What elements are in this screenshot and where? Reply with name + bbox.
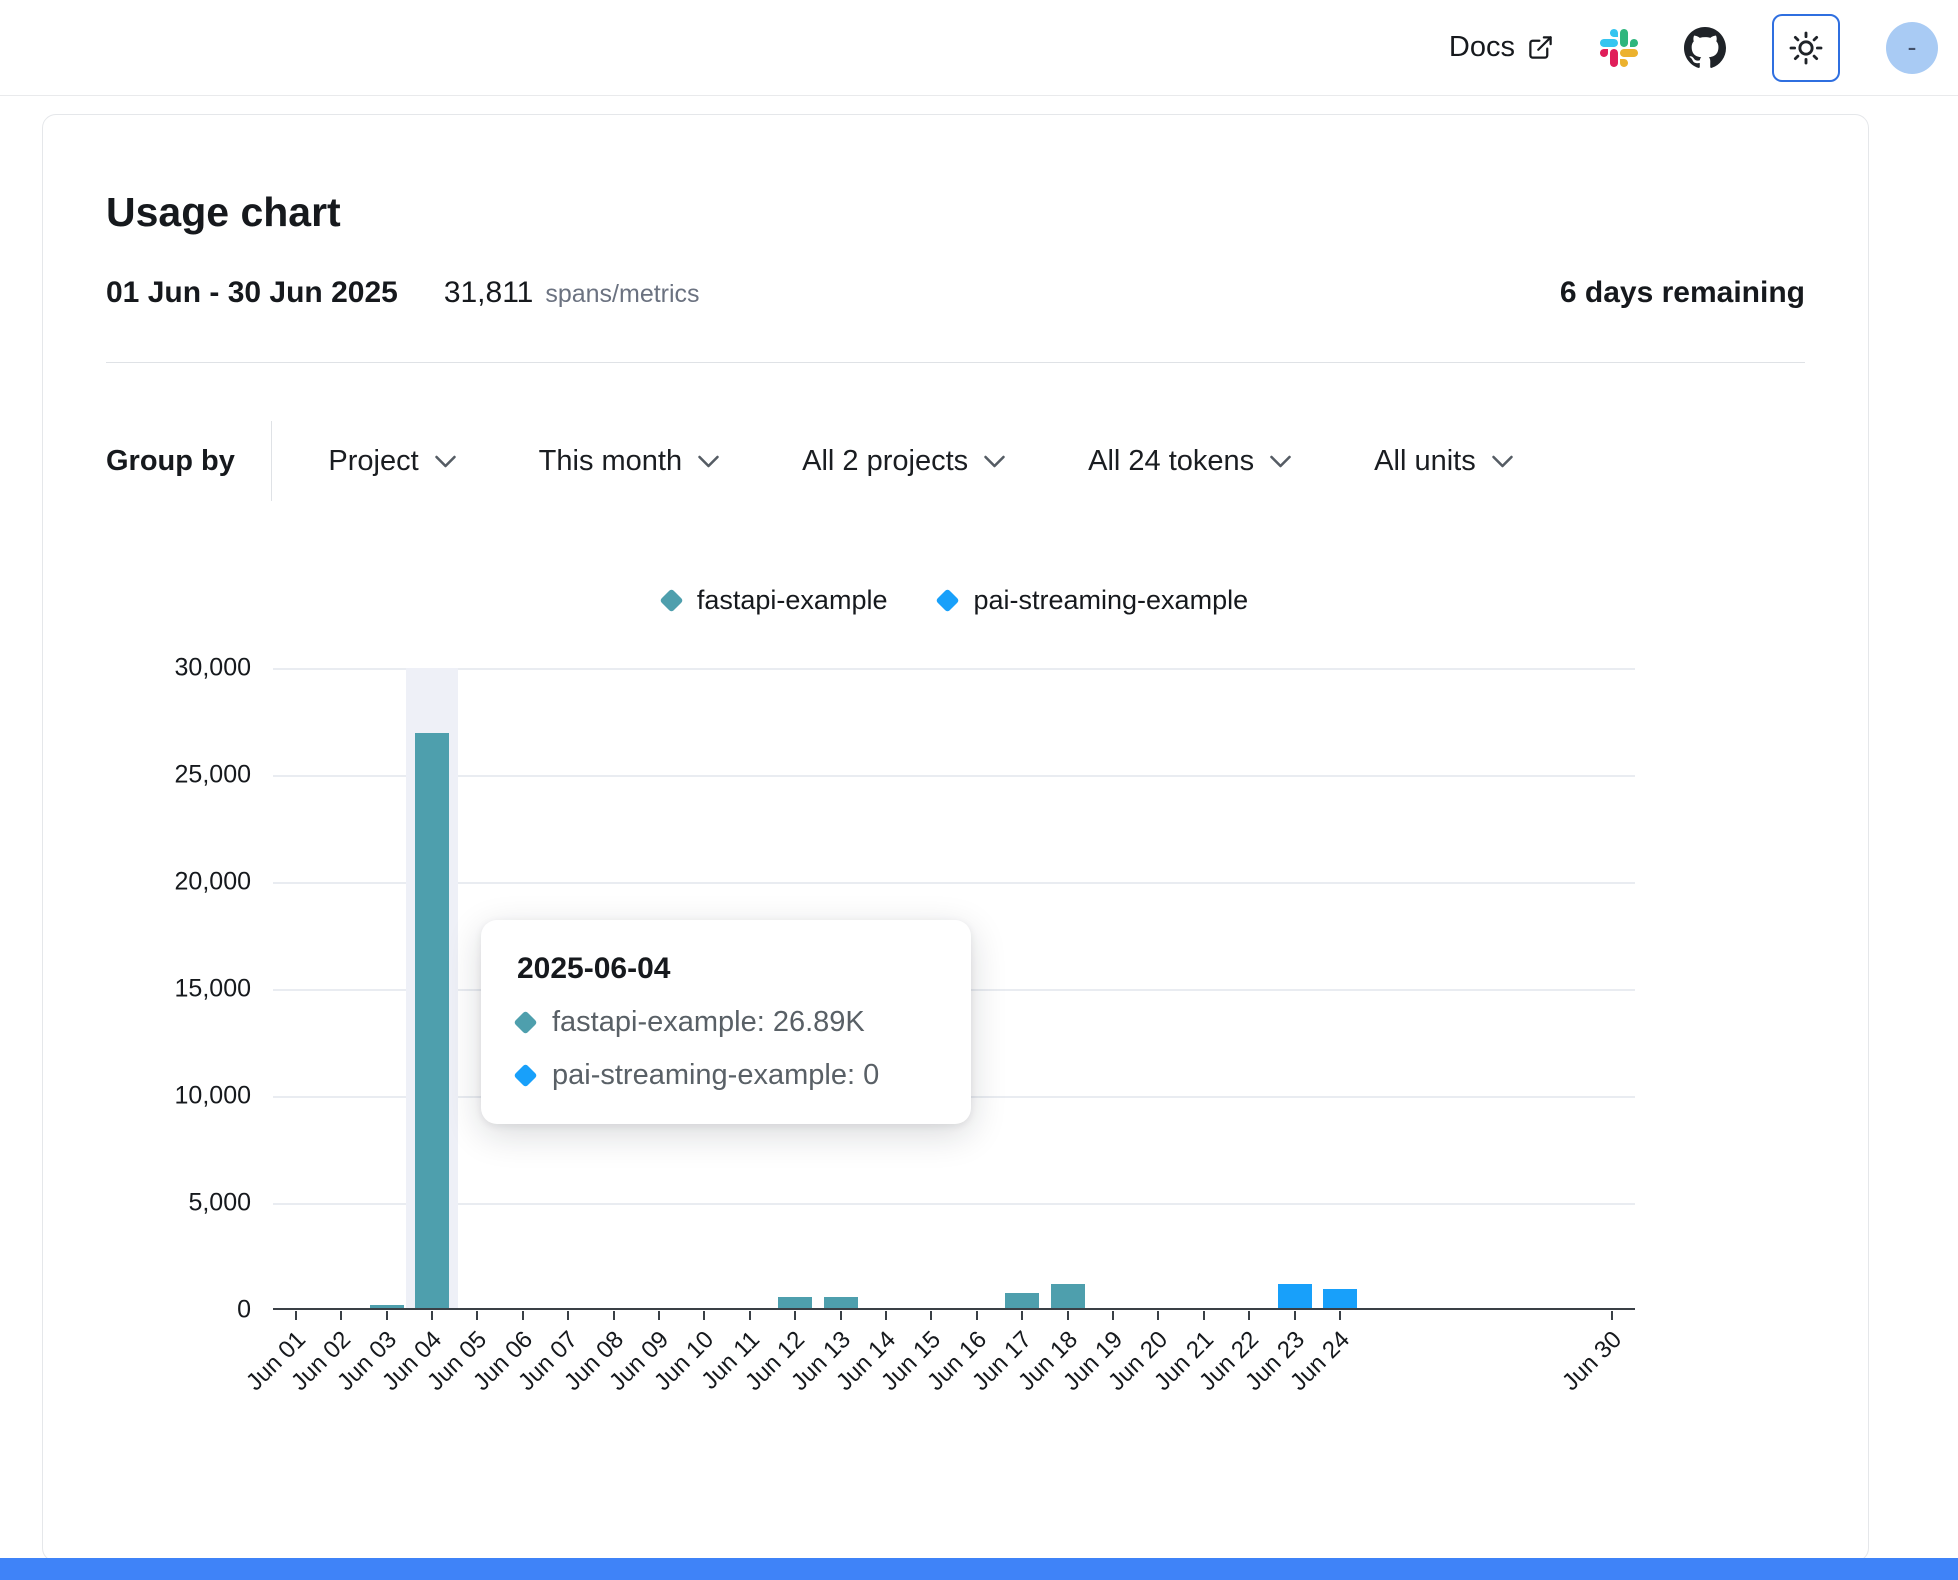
x-axis-tick [1248,1311,1250,1320]
days-remaining: 6 days remaining [1560,276,1805,310]
legend-label: pai-streaming-example [973,585,1248,616]
bottom-strip [0,1558,1958,1580]
x-axis-tick [1611,1311,1613,1320]
filter-dropdown-3[interactable]: All 24 tokens [1088,445,1292,478]
x-axis-tick [476,1311,478,1320]
gridline [273,668,1635,670]
x-axis-tick [295,1311,297,1320]
avatar[interactable]: - [1886,22,1938,74]
slack-icon[interactable] [1600,29,1638,67]
x-axis-tick [386,1311,388,1320]
filter-dropdown-4[interactable]: All units [1374,445,1514,478]
tooltip-diamond-icon [513,1010,537,1034]
filter-dropdowns: Project This month All 2 projects All 24 to… [328,445,1513,478]
tooltip-text: pai-streaming-example: 0 [552,1059,879,1092]
chevron-down-icon [983,455,1006,468]
x-axis-tick [794,1311,796,1320]
chart-tooltip: 2025-06-04 fastapi-example: 26.89K pai-st… [481,920,971,1124]
chart-bar[interactable] [1051,1284,1085,1308]
chart-bar[interactable] [824,1297,858,1308]
x-axis-tick [567,1311,569,1320]
y-axis-label: 25,000 [175,761,251,790]
legend-item[interactable]: pai-streaming-example [939,585,1248,616]
x-axis-tick [885,1311,887,1320]
y-axis-label: 0 [237,1296,251,1325]
x-axis-tick [1203,1311,1205,1320]
gridline [273,1203,1635,1205]
docs-link[interactable]: Docs [1449,31,1554,64]
chevron-down-icon [434,455,457,468]
x-axis-tick [613,1311,615,1320]
legend-diamond-icon [659,588,683,612]
tooltip-title: 2025-06-04 [517,952,935,986]
group-by-label: Group by [106,445,235,478]
filter-row: Group by Project This month All 2 projects… [106,421,1805,501]
docs-label: Docs [1449,31,1515,64]
x-axis-tick [930,1311,932,1320]
chevron-down-icon [697,455,720,468]
gridline [273,775,1635,777]
dropdown-label: All 2 projects [802,445,968,478]
sun-icon [1788,30,1824,66]
tooltip-row: fastapi-example: 26.89K [517,1006,935,1039]
tooltip-diamond-icon [513,1063,537,1087]
usage-card: Usage chart 01 Jun - 30 Jun 2025 31,811 … [42,114,1869,1562]
x-axis-tick [976,1311,978,1320]
filter-dropdown-0[interactable]: Project [328,445,456,478]
x-axis-tick [749,1311,751,1320]
external-link-icon [1527,34,1554,61]
usage-unit: spans/metrics [545,280,699,309]
dropdown-label: Project [328,445,418,478]
usage-count: 31,811 [444,276,534,310]
chart-legend: fastapi-example pai-streaming-example [106,585,1805,616]
x-axis-tick [840,1311,842,1320]
chart-bar[interactable] [1278,1284,1312,1308]
date-range: 01 Jun - 30 Jun 2025 [106,276,398,310]
chevron-down-icon [1491,455,1514,468]
gridline [273,882,1635,884]
horizontal-divider [106,362,1805,363]
vertical-divider [271,421,273,501]
legend-label: fastapi-example [697,585,888,616]
x-axis-tick [1157,1311,1159,1320]
x-axis-tick [1339,1311,1341,1320]
x-axis-tick [658,1311,660,1320]
x-axis-tick [1021,1311,1023,1320]
filter-dropdown-1[interactable]: This month [539,445,720,478]
chart-bar[interactable] [1323,1289,1357,1308]
tooltip-row: pai-streaming-example: 0 [517,1059,935,1092]
chart-bar[interactable] [415,733,449,1308]
x-axis-label: Jun 30 [1538,1326,1629,1417]
filter-dropdown-2[interactable]: All 2 projects [802,445,1006,478]
usage-meta-row: 01 Jun - 30 Jun 2025 31,811 spans/metric… [106,276,1805,310]
topbar: Docs - [0,0,1958,96]
x-axis-tick [340,1311,342,1320]
chevron-down-icon [1269,455,1292,468]
x-axis-tick [1294,1311,1296,1320]
y-axis-label: 20,000 [175,868,251,897]
y-axis-label: 5,000 [188,1189,251,1218]
theme-toggle-button[interactable] [1772,14,1840,82]
dropdown-label: This month [539,445,682,478]
x-axis-tick [1112,1311,1114,1320]
tooltip-text: fastapi-example: 26.89K [552,1006,865,1039]
dropdown-label: All units [1374,445,1476,478]
tooltip-rows: fastapi-example: 26.89K pai-streaming-exa… [517,1006,935,1092]
y-axis-label: 15,000 [175,975,251,1004]
chart-bar[interactable] [778,1297,812,1308]
x-axis-tick [1067,1311,1069,1320]
legend-diamond-icon [936,588,960,612]
y-axis-label: 30,000 [175,654,251,683]
dropdown-label: All 24 tokens [1088,445,1254,478]
github-icon[interactable] [1684,27,1726,69]
x-axis-tick [703,1311,705,1320]
x-axis-tick [431,1311,433,1320]
legend-item[interactable]: fastapi-example [663,585,888,616]
page-title: Usage chart [106,189,1805,236]
chart-bar[interactable] [370,1305,404,1308]
usage-bar-chart: 2025-06-04 fastapi-example: 26.89K pai-st… [273,668,1635,1310]
chart-bar[interactable] [1005,1293,1039,1308]
x-axis-tick [522,1311,524,1320]
y-axis-label: 10,000 [175,1082,251,1111]
